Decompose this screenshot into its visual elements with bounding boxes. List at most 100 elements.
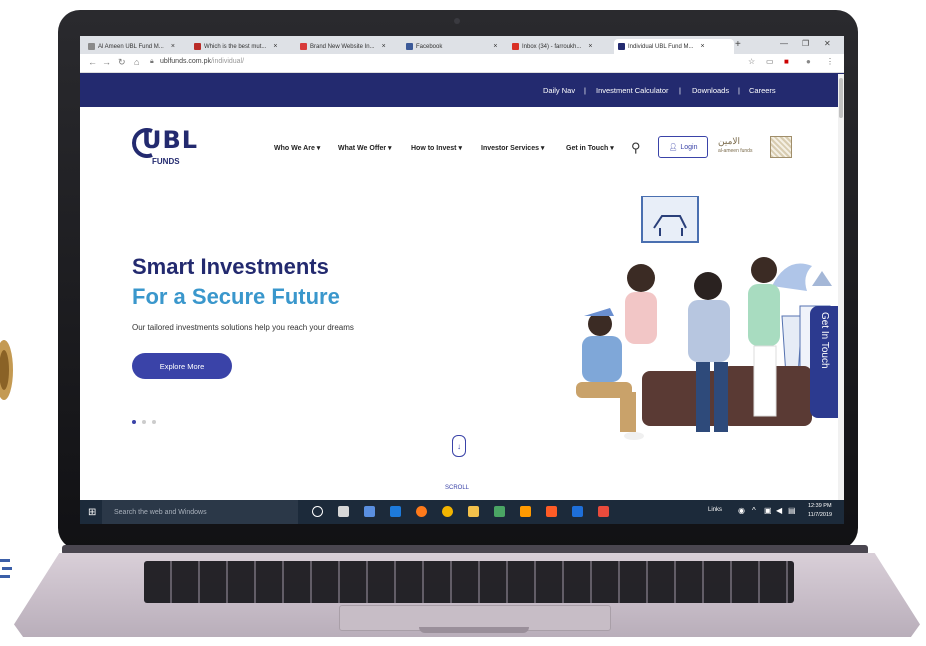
tab-favicon: [194, 43, 201, 50]
url-field[interactable]: ublfunds.com.pk/individual/: [160, 58, 244, 65]
network-icon[interactable]: ▣: [764, 506, 772, 515]
screen: Al Ameen UBL Fund M... × Which is the be…: [80, 36, 844, 524]
windows-start-icon[interactable]: ⊞: [88, 507, 96, 518]
ameen-arabic-mark: الامين: [718, 136, 741, 146]
clock-date[interactable]: 11/7/2019: [808, 512, 832, 518]
divider: |: [679, 86, 681, 95]
store-icon[interactable]: [338, 506, 349, 517]
close-tab-icon[interactable]: ×: [382, 43, 386, 50]
clock-time[interactable]: 12:39 PM: [808, 503, 832, 509]
logo-text: UBL: [142, 126, 199, 154]
app-icon[interactable]: [364, 506, 375, 517]
browser-tab[interactable]: Inbox (34) - farroukh... ×: [508, 39, 616, 54]
bookmark-star-icon[interactable]: ☆: [748, 57, 755, 66]
laptop-base: [14, 545, 920, 640]
edge-icon[interactable]: [390, 506, 401, 517]
tab-title: Brand New Website In...: [310, 43, 375, 50]
webcam: [454, 18, 460, 24]
home-icon[interactable]: ⌂: [134, 57, 139, 67]
browser-tab[interactable]: Which is the best mut... ×: [190, 39, 298, 54]
top-link-careers[interactable]: Careers: [749, 86, 776, 95]
pdf-extension-icon[interactable]: ■: [784, 57, 789, 66]
user-icon: 👤︎: [668, 144, 678, 151]
top-link-investment-calculator[interactable]: Investment Calculator: [596, 86, 669, 95]
tab-favicon: [300, 43, 307, 50]
top-link-daily-nav[interactable]: Daily Nav: [543, 86, 575, 95]
menu-what-we-offer[interactable]: What We Offer ▾: [338, 144, 392, 152]
bridge-icon[interactable]: [520, 506, 531, 517]
tab-title: Facebook: [416, 43, 443, 50]
volume-icon[interactable]: ◀: [776, 506, 782, 515]
tab-favicon: [406, 43, 413, 50]
close-tab-icon[interactable]: ×: [700, 43, 704, 50]
firefox-icon[interactable]: [416, 506, 427, 517]
hero-title-line1: Smart Investments: [132, 254, 329, 279]
tab-title: Al Ameen UBL Fund M...: [98, 43, 164, 50]
windows-taskbar: ⊞ Search the web and Windows Links ◉ ^ ▣…: [80, 500, 844, 524]
taskbar-search-input[interactable]: Search the web and Windows: [102, 500, 298, 524]
login-button[interactable]: 👤︎ Login: [658, 136, 708, 158]
scrollbar-thumb[interactable]: [839, 78, 843, 118]
browser-tab[interactable]: Al Ameen UBL Fund M... ×: [84, 39, 192, 54]
scroll-down-icon[interactable]: ↓: [452, 435, 466, 457]
browser-toolbar: ← → ↻ ⌂ 🔒︎ ublfunds.com.pk/individual/ ☆…: [80, 54, 844, 73]
close-window-icon[interactable]: ✕: [824, 39, 831, 48]
top-link-downloads[interactable]: Downloads: [692, 86, 729, 95]
slider-dot-active[interactable]: [132, 420, 136, 424]
keyboard: [144, 561, 794, 603]
hero-subtitle: Our tailored investments solutions help …: [132, 323, 354, 332]
tab-favicon: [618, 43, 625, 50]
cast-icon[interactable]: ▭: [766, 57, 774, 66]
menu-who-we-are[interactable]: Who We Are ▾: [274, 144, 320, 152]
divider: |: [584, 86, 586, 95]
divider: |: [738, 86, 740, 95]
ameen-logo-text: al-ameen funds: [718, 148, 753, 154]
page-scrollbar[interactable]: [838, 74, 844, 504]
new-tab-button[interactable]: +: [735, 39, 741, 50]
decorative-ornament-lower: [0, 555, 14, 591]
close-tab-icon[interactable]: ×: [273, 43, 277, 50]
url-path: /individual/: [210, 58, 245, 65]
forward-icon[interactable]: →: [102, 57, 111, 67]
close-tab-icon[interactable]: ×: [171, 43, 175, 50]
profile-icon[interactable]: ●: [806, 57, 811, 66]
slider-dot[interactable]: [142, 420, 146, 424]
task-view-icon[interactable]: [312, 506, 323, 517]
back-icon[interactable]: ←: [88, 57, 97, 67]
chrome-icon[interactable]: [442, 506, 453, 517]
app-icon[interactable]: [494, 506, 505, 517]
scroll-label: SCROLL: [445, 485, 470, 491]
browser-tab-active[interactable]: Individual UBL Fund M... ×: [614, 39, 734, 54]
al-ameen-funds-logo[interactable]: الامين al-ameen funds: [718, 134, 792, 160]
browser-tab[interactable]: Brand New Website In... ×: [296, 39, 404, 54]
help-icon[interactable]: ◉: [738, 506, 745, 515]
browser-tab[interactable]: Facebook ×: [402, 39, 510, 54]
minimize-icon[interactable]: —: [780, 39, 788, 48]
chevron-up-icon[interactable]: ^: [752, 506, 756, 515]
close-tab-icon[interactable]: ×: [588, 43, 592, 50]
menu-get-in-touch[interactable]: Get in Touch ▾: [566, 144, 614, 152]
menu-how-to-invest[interactable]: How to Invest ▾: [411, 144, 462, 152]
tab-title: Which is the best mut...: [204, 43, 267, 50]
ameen-emblem-icon: [770, 136, 792, 158]
search-icon[interactable]: ⚲: [631, 140, 641, 156]
reload-icon[interactable]: ↻: [118, 57, 126, 68]
notification-icon[interactable]: ▤: [788, 506, 796, 515]
decorative-ornament: [0, 325, 14, 415]
app-icon[interactable]: [598, 506, 609, 517]
tab-title: Individual UBL Fund M...: [628, 43, 694, 50]
maximize-icon[interactable]: ❐: [802, 39, 809, 48]
photoshop-icon[interactable]: [572, 506, 583, 517]
illustrator-icon[interactable]: [546, 506, 557, 517]
ubl-funds-logo[interactable]: UBL FUNDS: [132, 124, 202, 170]
menu-kebab-icon[interactable]: ⋮: [826, 57, 834, 66]
file-explorer-icon[interactable]: [468, 506, 479, 517]
browser-tabbar: Al Ameen UBL Fund M... × Which is the be…: [80, 36, 844, 54]
explore-more-button[interactable]: Explore More: [132, 353, 232, 379]
login-label: Login: [680, 143, 698, 151]
taskbar-links-label[interactable]: Links: [708, 507, 722, 513]
menu-investor-services[interactable]: Investor Services ▾: [481, 144, 544, 152]
slider-dot[interactable]: [152, 420, 156, 424]
get-in-touch-tab[interactable]: Get In Touch: [810, 306, 840, 418]
close-tab-icon[interactable]: ×: [493, 43, 497, 50]
